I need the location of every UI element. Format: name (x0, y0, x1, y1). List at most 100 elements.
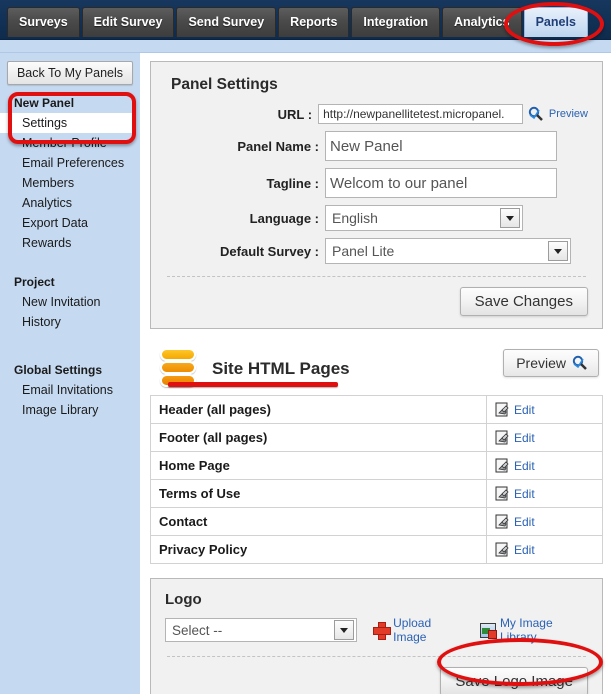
chevron-down-icon[interactable] (548, 241, 568, 261)
field-row-panel-name: Panel Name : (165, 131, 588, 161)
default-survey-select[interactable]: Panel Lite (325, 238, 571, 264)
my-image-library-link[interactable]: My Image Library (479, 616, 588, 644)
site-html-pages-title: Site HTML Pages (212, 359, 350, 378)
edit-link[interactable]: Edit (514, 487, 535, 501)
preview-site-label: Preview (516, 355, 566, 371)
tagline-input[interactable] (325, 168, 557, 198)
language-select-value: English (332, 210, 378, 226)
sidebar-group-new-panel: New Panel Settings Member Profile Email … (0, 94, 141, 253)
edit-page-icon (495, 486, 510, 501)
plus-icon (373, 622, 392, 640)
edit-link[interactable]: Edit (514, 459, 535, 473)
page-action: Edit (486, 479, 603, 508)
top-navbar: Surveys Edit Survey Send Survey Reports … (0, 0, 611, 40)
preview-site-button[interactable]: Preview (503, 349, 599, 377)
page-name: Footer (all pages) (150, 423, 487, 452)
default-survey-select-value: Panel Lite (332, 243, 395, 259)
page-name: Terms of Use (150, 479, 487, 508)
chevron-down-icon[interactable] (500, 208, 520, 228)
page-name: Privacy Policy (150, 535, 487, 564)
edit-link[interactable]: Edit (514, 431, 535, 445)
edit-link[interactable]: Edit (514, 543, 535, 557)
table-row: Contact Edit (150, 507, 603, 536)
logo-section: Logo Select -- Upload Image My Image Lib… (150, 578, 603, 694)
edit-page-icon (495, 514, 510, 529)
back-to-my-panels-button[interactable]: Back To My Panels (7, 61, 133, 85)
save-logo-image-button[interactable]: Save Logo Image (440, 667, 588, 694)
app-root: Surveys Edit Survey Send Survey Reports … (0, 0, 611, 694)
default-survey-label: Default Survey : (220, 243, 319, 259)
sidebar-item-history[interactable]: History (0, 312, 141, 332)
tab-integration[interactable]: Integration (351, 7, 440, 37)
page-name: Contact (150, 507, 487, 536)
tab-reports[interactable]: Reports (278, 7, 350, 37)
sidebar-item-member-profile[interactable]: Member Profile (0, 133, 141, 153)
panel-settings-title: Panel Settings (171, 76, 278, 93)
sidebar-item-image-library[interactable]: Image Library (0, 400, 141, 420)
sidebar-item-new-invitation[interactable]: New Invitation (0, 292, 141, 312)
logo-select-value: Select -- (172, 622, 223, 638)
edit-page-icon (495, 430, 510, 445)
upload-image-link[interactable]: Upload Image (373, 616, 464, 644)
table-row: Home Page Edit (150, 451, 603, 480)
divider (167, 276, 586, 277)
language-select[interactable]: English (325, 205, 523, 231)
table-row: Header (all pages) Edit (150, 395, 603, 424)
table-row: Privacy Policy Edit (150, 535, 603, 564)
my-image-library-label: My Image Library (499, 616, 553, 644)
logo-actions: Save Logo Image (165, 667, 588, 694)
image-library-icon (479, 622, 497, 639)
url-preview-link[interactable]: Preview (549, 108, 588, 120)
tab-surveys[interactable]: Surveys (7, 7, 80, 37)
page-name: Header (all pages) (150, 395, 487, 424)
logo-title: Logo (165, 591, 202, 608)
tab-panels[interactable]: Panels (523, 7, 588, 37)
chevron-down-icon[interactable] (334, 620, 355, 640)
field-row-language: Language : English (165, 205, 588, 231)
sidebar-item-members[interactable]: Members (0, 173, 141, 193)
divider (167, 656, 586, 657)
logo-select[interactable]: Select -- (165, 618, 358, 642)
edit-page-icon (495, 458, 510, 473)
tagline-label: Tagline : (266, 175, 319, 191)
nav-underbar (0, 40, 611, 53)
sidebar-item-analytics[interactable]: Analytics (0, 193, 141, 213)
tab-analytics[interactable]: Analytics (442, 7, 522, 37)
save-changes-button[interactable]: Save Changes (459, 287, 588, 316)
annotation-underline (168, 382, 338, 387)
sidebar-item-email-invitations[interactable]: Email Invitations (0, 380, 141, 400)
sidebar-heading-new-panel: New Panel (14, 96, 75, 110)
page-action: Edit (486, 451, 603, 480)
site-html-pages-header: Site HTML Pages Preview (150, 345, 603, 393)
page-action: Edit (486, 507, 603, 536)
page-action: Edit (486, 395, 603, 424)
sidebar-group-global-settings: Global Settings Email Invitations Image … (0, 361, 141, 420)
sidebar-group-project: Project New Invitation History (0, 273, 141, 332)
site-html-pages-section: Site HTML Pages Preview Header (all page… (150, 345, 603, 564)
edit-page-icon (495, 402, 510, 417)
site-pages-table: Header (all pages) Edit Footer (all page… (150, 395, 603, 564)
sidebar-item-export-data[interactable]: Export Data (0, 213, 141, 233)
panel-name-input[interactable] (325, 131, 557, 161)
url-label: URL : (277, 106, 313, 122)
field-row-tagline: Tagline : (165, 168, 588, 198)
search-icon (528, 106, 544, 122)
upload-image-label: Upload Image (393, 616, 432, 644)
sidebar-item-email-preferences[interactable]: Email Preferences (0, 153, 141, 173)
page-name: Home Page (150, 451, 487, 480)
table-row: Footer (all pages) Edit (150, 423, 603, 452)
sidebar-item-rewards[interactable]: Rewards (0, 233, 141, 253)
panel-settings-actions: Save Changes (165, 287, 588, 316)
logo-controls-row: Select -- Upload Image My Image Library (165, 616, 588, 644)
edit-link[interactable]: Edit (514, 515, 535, 529)
panel-settings-section: Panel Settings URL : Preview Panel Name … (150, 61, 603, 329)
main-content: Panel Settings URL : Preview Panel Name … (141, 53, 611, 694)
field-row-url: URL : Preview (165, 104, 588, 124)
tab-edit-survey[interactable]: Edit Survey (81, 7, 175, 37)
tab-send-survey[interactable]: Send Survey (176, 7, 277, 37)
edit-link[interactable]: Edit (514, 403, 535, 417)
page-action: Edit (486, 535, 603, 564)
sidebar-heading-project: Project (14, 275, 55, 289)
url-input[interactable] (318, 104, 523, 124)
sidebar-item-settings[interactable]: Settings (0, 113, 133, 133)
